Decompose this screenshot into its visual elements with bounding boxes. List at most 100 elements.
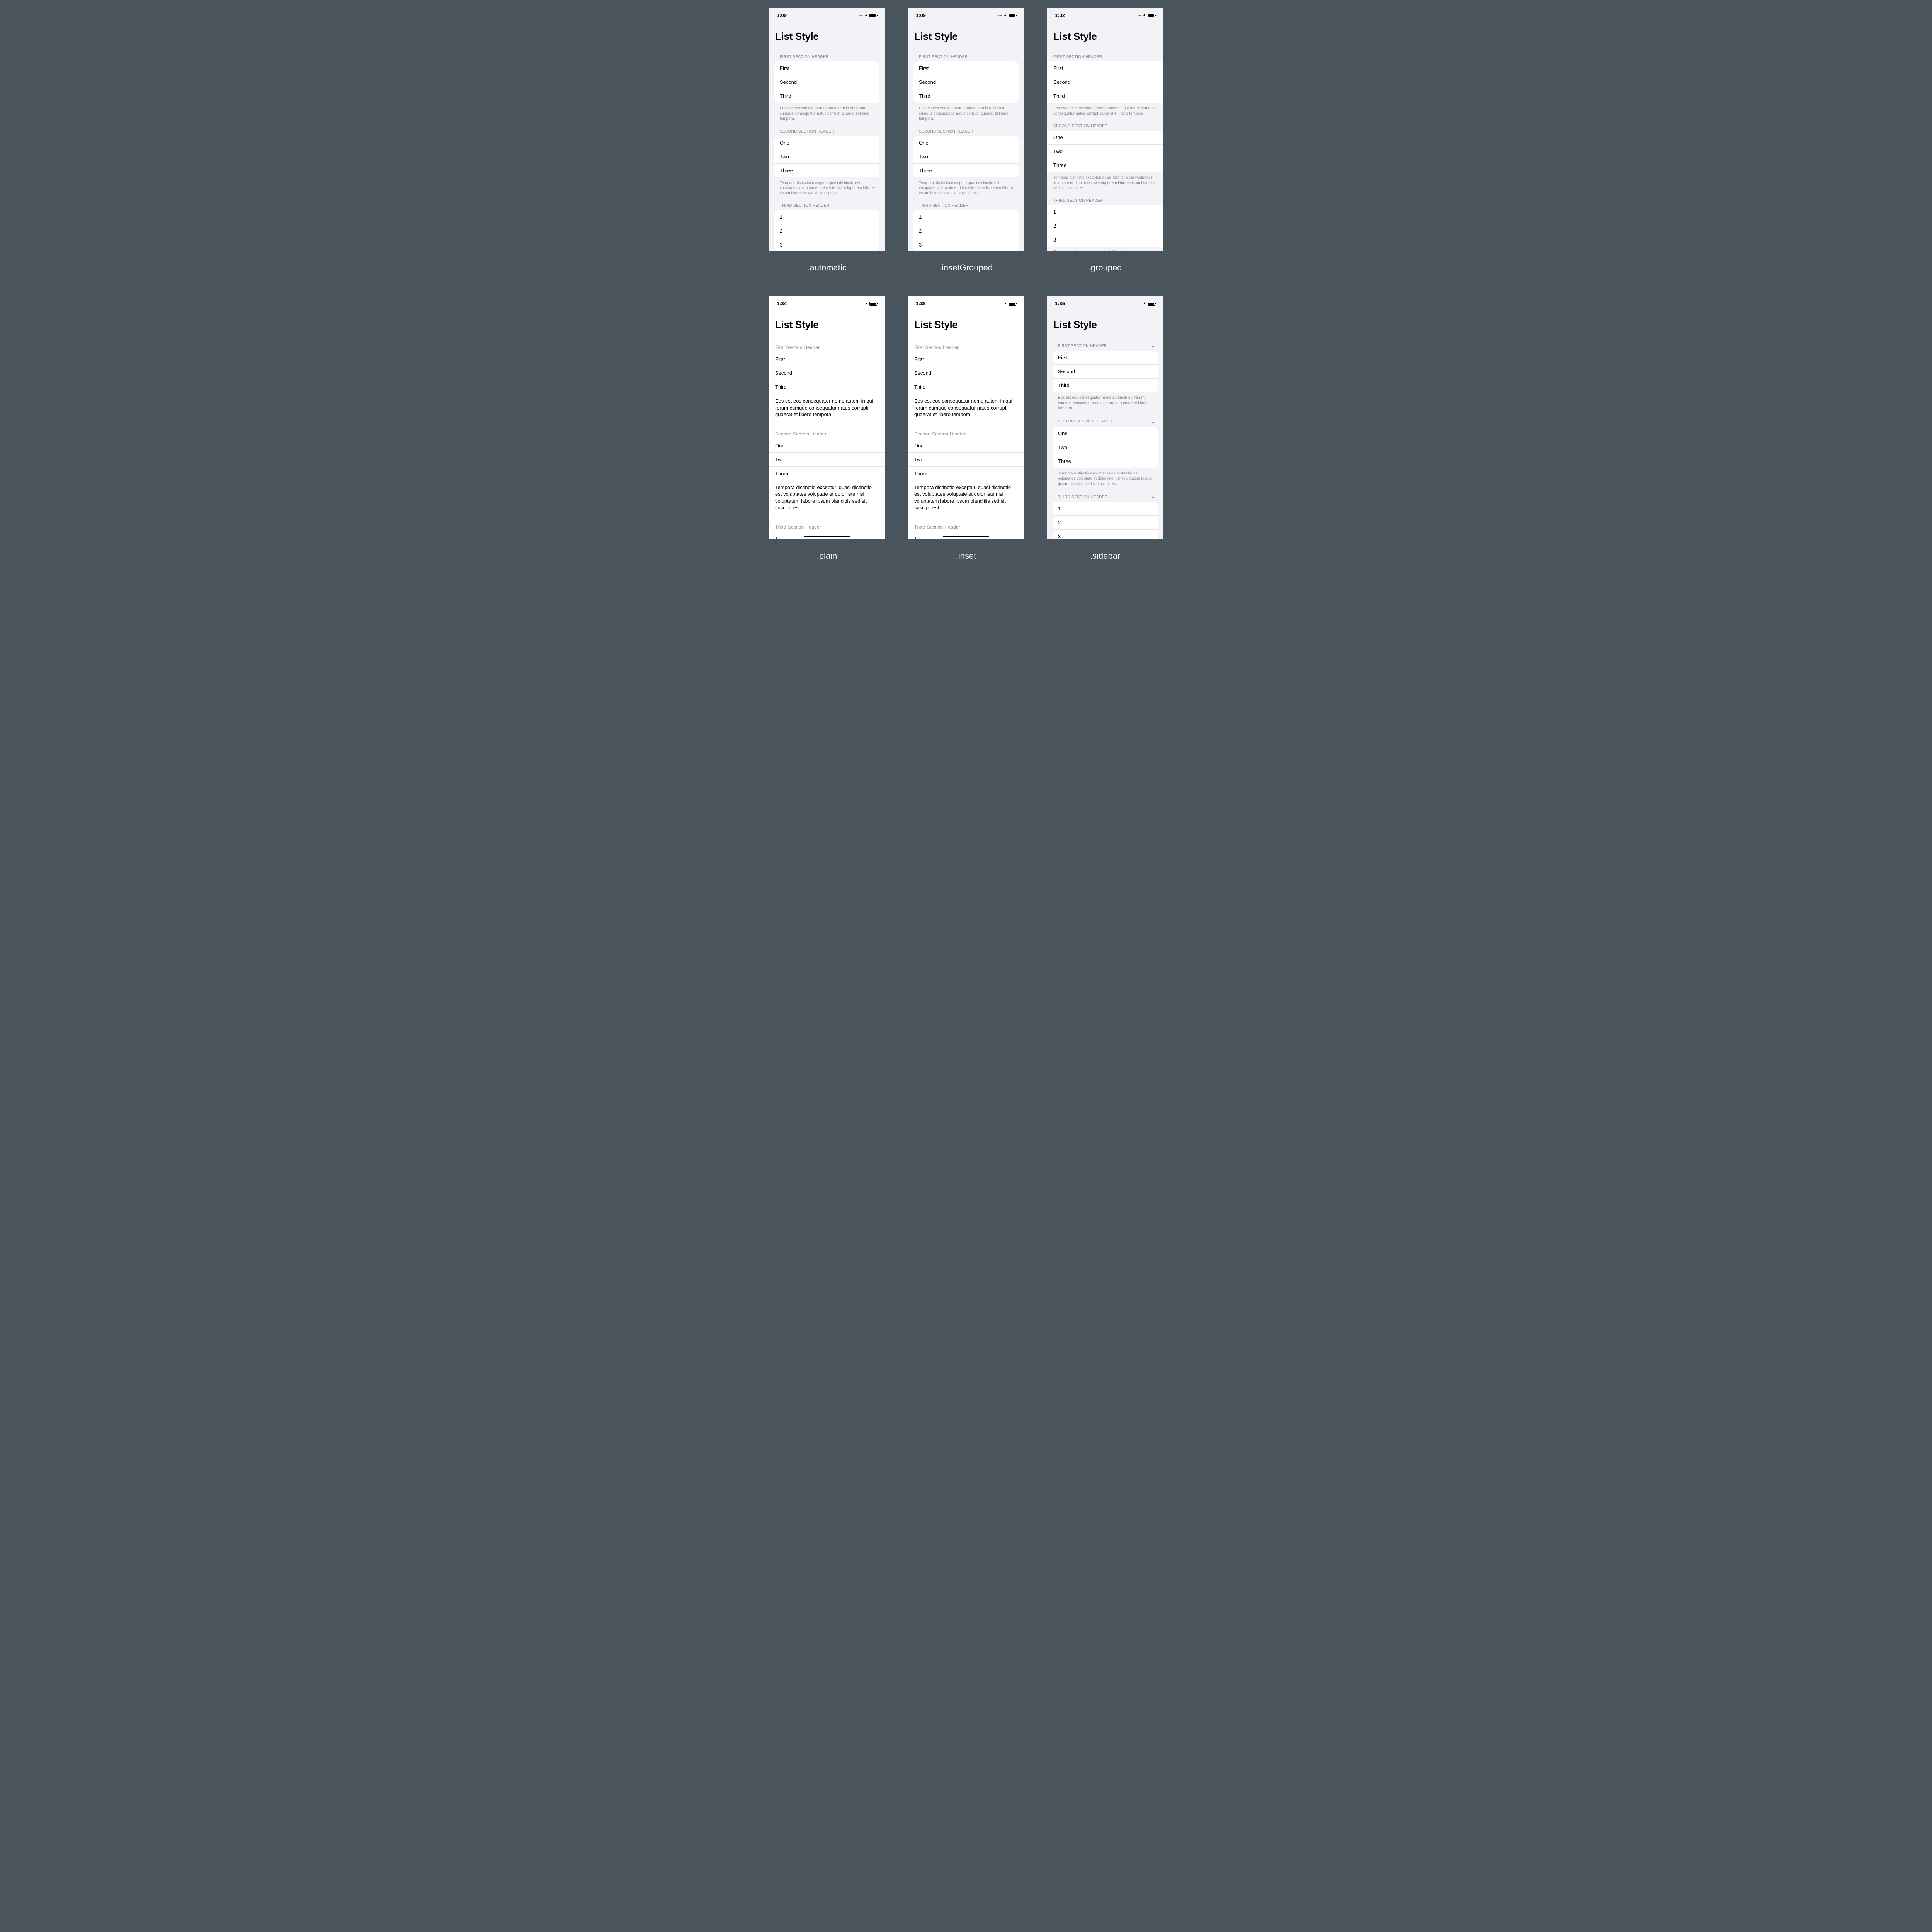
status-bar: 1:34 .... ▲ xyxy=(769,296,885,310)
section-footer-1: Eos est eos consequatur nemo autem in qu… xyxy=(908,103,1024,122)
list-item[interactable]: 2 xyxy=(774,224,879,238)
section-header-label: THIRD SECTION HEADER xyxy=(1058,495,1107,499)
section-footer-2: Tempora distinctio excepturi quasi disti… xyxy=(1047,172,1163,191)
list-item[interactable]: First xyxy=(913,61,1019,75)
list-item[interactable]: 2 xyxy=(1047,219,1163,233)
section-2-cells: One Two Three xyxy=(913,136,1019,177)
section-3-cells: 1 2 3 xyxy=(913,210,1019,251)
list-item[interactable]: Third xyxy=(1047,89,1163,103)
section-footer-1: Eos est eos consequatur nemo autem in qu… xyxy=(769,103,885,122)
list-item[interactable]: First xyxy=(1047,61,1163,75)
list-item[interactable]: Second xyxy=(1047,75,1163,89)
status-time: 1:38 xyxy=(916,301,926,306)
list-item[interactable]: Third xyxy=(769,380,885,394)
list-item[interactable]: Three xyxy=(769,467,885,480)
list-item[interactable]: Second xyxy=(913,75,1019,89)
list-item[interactable]: First xyxy=(1053,351,1158,365)
list-item[interactable]: 3 xyxy=(1047,233,1163,247)
battery-icon xyxy=(1148,302,1155,306)
status-indicators: .... ▲ xyxy=(1137,301,1155,306)
list-item[interactable]: Three xyxy=(774,164,879,177)
list-item[interactable]: One xyxy=(913,136,1019,150)
list-item[interactable]: Two xyxy=(774,150,879,164)
list-item[interactable]: One xyxy=(774,136,879,150)
list-item[interactable]: 1 xyxy=(1047,205,1163,219)
list-item[interactable]: One xyxy=(1047,131,1163,145)
status-bar: 1:09 .... ▲ xyxy=(769,8,885,21)
section-1-cells: First Second Third xyxy=(913,61,1019,103)
list-item[interactable]: Third xyxy=(774,89,879,103)
section-footer-2: Tempora distinctio excepturi quasi disti… xyxy=(908,177,1024,196)
list-item[interactable]: 3 xyxy=(1053,530,1158,539)
list-item[interactable]: 3 xyxy=(913,238,1019,251)
phone-plain: 1:34 .... ▲ List Style First Section Hea… xyxy=(769,296,885,539)
list-item[interactable]: Second xyxy=(774,75,879,89)
chevron-down-icon: ⌄ xyxy=(1151,343,1155,349)
list-item[interactable]: Three xyxy=(913,164,1019,177)
battery-icon xyxy=(1009,302,1016,306)
section-footer-2: Tempora distinctio excepturi quasi disti… xyxy=(908,480,1024,515)
wifi-icon: ▲ xyxy=(1003,301,1007,306)
section-header-2[interactable]: SECOND SECTION HEADER ⌄ xyxy=(1047,411,1163,427)
section-2-cells: One Two Three xyxy=(769,439,885,480)
list-item[interactable]: 3 xyxy=(774,238,879,251)
list-item[interactable]: Two xyxy=(913,150,1019,164)
cellular-icon: .... xyxy=(859,301,862,306)
section-2-cells: One Two Three xyxy=(908,439,1024,480)
list-item[interactable]: Second xyxy=(908,366,1024,380)
list-item[interactable]: One xyxy=(769,439,885,453)
list-item[interactable]: Two xyxy=(908,453,1024,467)
section-header-label: SECOND SECTION HEADER xyxy=(1058,419,1112,423)
section-header-2: SECOND SECTION HEADER xyxy=(1047,116,1163,131)
section-header-1: First Section Header xyxy=(769,335,885,352)
section-header-label: FIRST SECTION HEADER xyxy=(1058,344,1107,348)
section-footer-2: Tempora distinctio excepturi quasi disti… xyxy=(1047,468,1163,487)
section-header-3[interactable]: THIRD SECTION HEADER ⌄ xyxy=(1047,486,1163,502)
home-indicator xyxy=(943,536,989,537)
chevron-down-icon: ⌄ xyxy=(1151,494,1155,500)
list-item[interactable]: Third xyxy=(908,380,1024,394)
list-item[interactable]: First xyxy=(908,352,1024,366)
section-header-2: Second Section Header xyxy=(908,422,1024,439)
caption-sidebar: .sidebar xyxy=(1090,551,1120,561)
list-item[interactable]: 2 xyxy=(913,224,1019,238)
list-item[interactable]: 1 xyxy=(774,210,879,224)
section-footer-1: Eos est eos consequatur nemo autem in qu… xyxy=(908,394,1024,422)
list-item[interactable]: Third xyxy=(913,89,1019,103)
section-footer-1: Eos est eos consequatur nemo autem in qu… xyxy=(1047,103,1163,116)
list-item[interactable]: First xyxy=(769,352,885,366)
status-bar: 1:38 .... ▲ xyxy=(908,296,1024,310)
status-time: 1:09 xyxy=(777,12,787,18)
list-item[interactable]: Three xyxy=(1053,454,1158,468)
section-header-1: FIRST SECTION HEADER xyxy=(769,47,885,61)
status-indicators: .... ▲ xyxy=(998,13,1016,17)
status-bar: 1:09 .... ▲ xyxy=(908,8,1024,21)
section-1-cells: First Second Third xyxy=(774,61,879,103)
list-item[interactable]: First xyxy=(774,61,879,75)
list-item[interactable]: 2 xyxy=(1053,516,1158,530)
section-header-3: THIRD SECTION HEADER xyxy=(908,196,1024,210)
list-item[interactable]: Second xyxy=(769,366,885,380)
list-item[interactable]: Three xyxy=(1047,158,1163,172)
list-item[interactable]: Second xyxy=(1053,365,1158,379)
list-item[interactable]: 1 xyxy=(1053,502,1158,516)
list-item[interactable]: Three xyxy=(908,467,1024,480)
caption-plain: .plain xyxy=(817,551,837,561)
battery-icon xyxy=(869,302,877,306)
list-item[interactable]: 1 xyxy=(913,210,1019,224)
list-item[interactable]: Two xyxy=(1053,440,1158,454)
list-item[interactable]: One xyxy=(908,439,1024,453)
list-item[interactable]: Two xyxy=(769,453,885,467)
section-header-1[interactable]: FIRST SECTION HEADER ⌄ xyxy=(1047,335,1163,351)
phone-insetgrouped: 1:09 .... ▲ List Style FIRST SECTION HEA… xyxy=(908,8,1024,251)
cellular-icon: .... xyxy=(998,13,1002,17)
section-1-cells: First Second Third xyxy=(908,352,1024,394)
cellular-icon: .... xyxy=(859,13,862,17)
cellular-icon: .... xyxy=(1137,13,1141,17)
section-header-1: FIRST SECTION HEADER xyxy=(908,47,1024,61)
caption-insetgrouped: .insetGrouped xyxy=(939,263,993,273)
list-item[interactable]: Two xyxy=(1047,145,1163,158)
section-header-1: FIRST SECTION HEADER xyxy=(1047,47,1163,61)
list-item[interactable]: Third xyxy=(1053,379,1158,392)
list-item[interactable]: One xyxy=(1053,427,1158,440)
